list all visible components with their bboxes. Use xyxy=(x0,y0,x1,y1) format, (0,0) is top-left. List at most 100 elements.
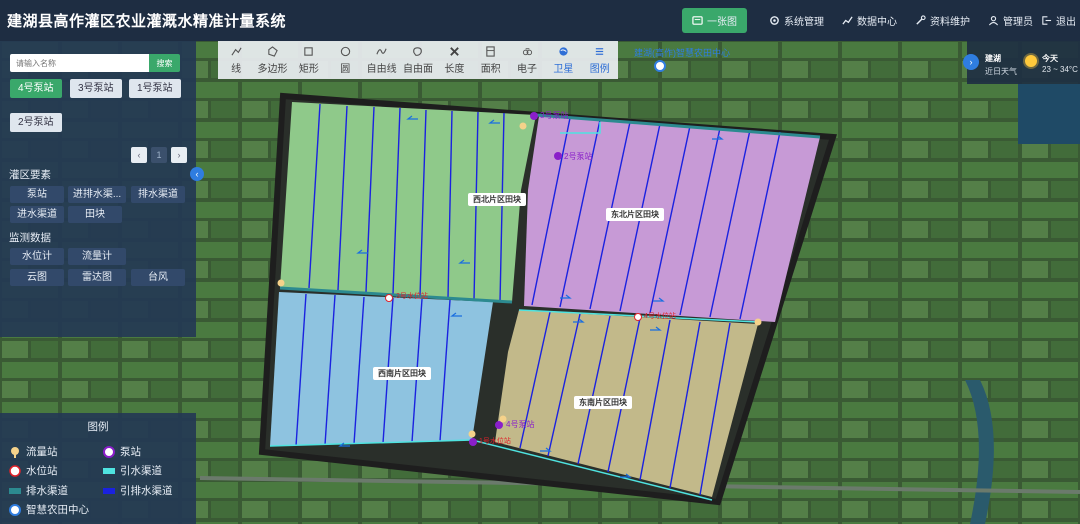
tag-pump-station[interactable]: 泵站 xyxy=(10,186,64,203)
tag-flow-meter[interactable]: 流量计 xyxy=(68,248,126,265)
tag-radar-map[interactable]: 雷达图 xyxy=(68,269,126,286)
water-level-station-icon xyxy=(9,464,21,477)
legend-flow-station-label: 流量站 xyxy=(26,446,58,458)
legend-irrigation-drainage-channel: 引排水渠道 xyxy=(103,483,173,498)
tool-measure-length-label: 长度 xyxy=(444,63,465,75)
weather-today: 今天 xyxy=(1042,54,1058,63)
monitoring-data-title: 监测数据 xyxy=(9,232,51,244)
nav-data-maintenance[interactable]: 资料维护 xyxy=(915,13,970,28)
tag-inlet-channel[interactable]: 进水渠道 xyxy=(10,206,64,223)
weather-widget: › 建湖 近日天气 今天 23 ~ 34°C xyxy=(963,41,1080,84)
chart-icon xyxy=(842,16,853,25)
region-label-northwest: 西北片区田块 xyxy=(468,193,526,206)
nav-data-center-label: 数据中心 xyxy=(857,17,897,28)
map-legend: 图例 流量站 泵站 水位站 引水渠道 排水渠道 引排水渠道 智慧农田中心 xyxy=(0,413,196,524)
station-chip-2[interactable]: 2号泵站 xyxy=(10,113,62,132)
tag-field-block[interactable]: 田块 xyxy=(68,206,122,223)
legend-supply-channel-label: 引水渠道 xyxy=(120,465,162,477)
area-icon xyxy=(486,45,495,57)
water-level-label-4: 4号水位站 xyxy=(644,313,676,320)
legend-icon xyxy=(596,47,604,55)
gear-icon xyxy=(770,16,779,25)
nav-admin-user[interactable]: 管理员 xyxy=(988,13,1033,28)
tool-rectangle-label: 矩形 xyxy=(298,63,319,75)
tool-satellite-map[interactable]: 卫星 xyxy=(545,41,581,79)
tool-legend[interactable]: 图例 xyxy=(582,41,618,79)
tool-polygon-label: 多边形 xyxy=(257,63,288,75)
freehand-area-icon xyxy=(413,46,423,56)
legend-pump-station: 泵站 xyxy=(103,444,141,459)
tool-rectangle[interactable]: 矩形 xyxy=(291,41,327,79)
tag-inlet-drain-channel[interactable]: 进排水渠... xyxy=(68,186,126,203)
nav-admin-user-label: 管理员 xyxy=(1003,17,1033,28)
station-chip-1[interactable]: 1号泵站 xyxy=(129,79,181,98)
drainage-channel-swatch xyxy=(9,487,21,494)
irrigation-elements-title: 灌区要素 xyxy=(9,169,51,181)
smart-farm-center-label: 建湖(高作)智慧农田中心 xyxy=(634,48,730,58)
next-page-button[interactable]: › xyxy=(171,147,187,163)
station-label-4: 4号泵站 xyxy=(506,420,535,429)
weather-city: 建湖 xyxy=(985,54,1001,63)
legend-smart-farm-center: 智慧农田中心 xyxy=(9,502,89,517)
nav-system-management[interactable]: 系统管理 xyxy=(769,13,824,28)
station-chip-3[interactable]: 3号泵站 xyxy=(70,79,122,98)
legend-drainage-channel: 排水渠道 xyxy=(9,483,68,498)
tool-circle-label: 圆 xyxy=(340,63,351,75)
station-label-3: 3号泵站 xyxy=(540,111,569,120)
left-panel: 搜索 4号泵站 3号泵站 1号泵站 2号泵站 ‹ 1 › 灌区要素 泵站 进排水… xyxy=(0,41,196,337)
tool-satellite-map-label: 卫星 xyxy=(553,63,574,75)
tag-drainage-channel[interactable]: 排水渠道 xyxy=(131,186,185,203)
water-level-label-1: 1号水位站 xyxy=(479,438,511,445)
tag-typhoon[interactable]: 台风 xyxy=(131,269,185,286)
tool-circle[interactable]: 圆 xyxy=(327,41,363,79)
region-label-northeast: 东北片区田块 xyxy=(606,208,664,221)
rectangle-icon xyxy=(304,46,314,56)
tag-cloud-map[interactable]: 云图 xyxy=(10,269,64,286)
tool-measure-area[interactable]: 面积 xyxy=(473,41,509,79)
legend-supply-channel: 引水渠道 xyxy=(103,463,162,478)
chevron-right-icon: › xyxy=(969,57,973,67)
supply-channel-swatch xyxy=(103,467,115,474)
tool-electronic-map[interactable]: 电子 xyxy=(509,41,545,79)
map-icon xyxy=(692,16,703,25)
nav-data-center[interactable]: 数据中心 xyxy=(842,13,897,28)
region-label-southwest: 西南片区田块 xyxy=(373,367,431,380)
region-northeast[interactable] xyxy=(524,116,820,322)
weather-temperature: 23 ~ 34°C xyxy=(1042,65,1078,74)
tool-measure-length[interactable]: 长度 xyxy=(436,41,472,79)
tag-water-level-gauge[interactable]: 水位计 xyxy=(10,248,64,265)
search-button[interactable]: 搜索 xyxy=(149,54,180,72)
line-icon xyxy=(231,47,242,55)
tool-polygon[interactable]: 多边形 xyxy=(254,41,290,79)
ruler-icon xyxy=(450,46,459,56)
tool-freehand-line-label: 自由线 xyxy=(366,63,397,75)
user-icon xyxy=(988,16,999,26)
nav-data-maintenance-label: 资料维护 xyxy=(930,17,970,28)
legend-water-level-station-label: 水位站 xyxy=(26,465,58,477)
tool-freehand-area-label: 自由面 xyxy=(402,63,433,75)
tool-electronic-map-label: 电子 xyxy=(517,63,538,75)
sun-icon xyxy=(1025,55,1037,67)
tool-freehand-area[interactable]: 自由面 xyxy=(400,41,436,79)
nav-logout[interactable]: 退出 xyxy=(1041,13,1076,28)
tool-freehand-line[interactable]: 自由线 xyxy=(363,41,399,79)
legend-title: 图例 xyxy=(87,421,109,433)
weather-toggle-button[interactable]: › xyxy=(963,54,979,70)
irrigation-drainage-channel-swatch xyxy=(103,487,115,494)
main-nav: 一张图 系统管理 数据中心 资料维护 管理员 退出 xyxy=(682,0,1080,41)
prev-page-button[interactable]: ‹ xyxy=(131,147,147,163)
smart-farm-center-icon xyxy=(9,503,21,516)
nav-logout-label: 退出 xyxy=(1056,17,1076,28)
circle-icon xyxy=(340,46,350,56)
search-input[interactable] xyxy=(10,54,149,72)
nav-map-overview[interactable]: 一张图 xyxy=(682,8,747,33)
region-label-southeast: 东南片区田块 xyxy=(574,396,632,409)
satellite-icon xyxy=(559,46,568,56)
collapse-panel-button[interactable]: ‹ xyxy=(190,167,204,181)
tool-line[interactable]: 线 xyxy=(218,41,254,79)
pump-station-icon xyxy=(103,445,115,458)
water-level-label-3: 3号水位站 xyxy=(396,293,428,300)
station-chip-4[interactable]: 4号泵站 xyxy=(10,79,62,98)
current-page[interactable]: 1 xyxy=(151,147,167,163)
legend-drainage-channel-label: 排水渠道 xyxy=(26,485,68,497)
